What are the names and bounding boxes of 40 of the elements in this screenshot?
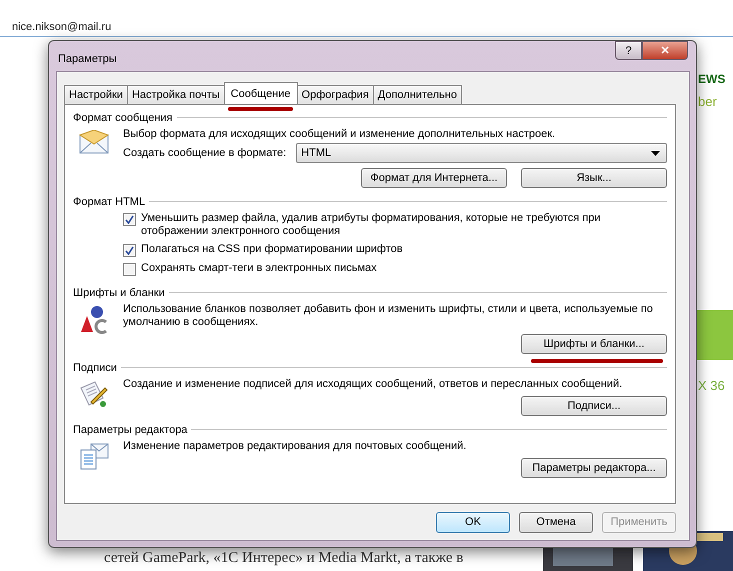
article-text: сетей GamePark, «1С Интерес» и Media Markt, а также в xyxy=(104,550,464,567)
banner-text: X 36 xyxy=(698,378,725,393)
tab[interactable]: Настройки xyxy=(64,85,128,104)
banner-text: EWS xyxy=(698,72,726,86)
action-button[interactable]: Язык... xyxy=(521,168,667,188)
help-button[interactable]: ? xyxy=(615,41,642,60)
tab[interactable]: Сообщение xyxy=(224,82,298,104)
tab[interactable]: Дополнительно xyxy=(372,85,462,104)
section-description: Использование бланков позволяет добавить фон и изменить шрифты, стили и цвета, используемые по умолчанию в сообщениях. xyxy=(123,303,654,329)
action-button[interactable]: Шрифты и бланки... xyxy=(521,334,667,354)
checkbox-label: Уменьшить размер файла, удалив атрибуты форматирования, которые не требуются при отображении электронного сообщения xyxy=(141,212,602,238)
action-button[interactable]: Параметры редактора... xyxy=(521,458,667,478)
dialog-button[interactable]: Отмена xyxy=(519,512,593,532)
signature-icon xyxy=(79,380,109,408)
banner-text: ber xyxy=(698,94,717,109)
checkbox[interactable] xyxy=(123,244,136,257)
section-description: Создание и изменение подписей для исходящих сообщений, ответов и пересланных сообщений. xyxy=(123,378,624,391)
format-label: Создать сообщение в формате: xyxy=(123,147,286,159)
tab[interactable]: Настройка почты xyxy=(126,85,225,104)
action-button[interactable]: Формат для Интернета... xyxy=(361,168,507,188)
envelope-icon xyxy=(79,130,109,154)
checkbox[interactable] xyxy=(123,263,136,276)
section-heading: Шрифты и бланки xyxy=(73,286,165,298)
section-description: Изменение параметров редактирования для почтовых сообщений. xyxy=(123,440,468,453)
section-heading: Формат сообщения xyxy=(73,112,173,124)
section-heading: Параметры редактора xyxy=(73,424,188,436)
document-envelope-icon xyxy=(79,442,109,470)
format-dropdown[interactable]: HTML xyxy=(296,143,667,163)
section-heading: Подписи xyxy=(73,362,117,374)
action-button[interactable]: Подписи... xyxy=(521,396,667,416)
window-title: Параметры xyxy=(58,53,117,65)
section-heading: Формат HTML xyxy=(73,196,146,208)
checkbox-label: Полагаться на CSS при форматировании шрифтов xyxy=(141,243,403,256)
tab[interactable]: Орфография xyxy=(296,85,374,104)
checkbox-label: Сохранять смарт-теги в электронных письмах xyxy=(141,262,377,275)
dialog-button[interactable]: OK xyxy=(436,512,510,532)
section-description: Выбор формата для исходящих сообщений и изменение дополнительных настроек. xyxy=(123,128,556,141)
checkbox[interactable] xyxy=(123,213,136,226)
email-address: nice.nikson@mail.ru xyxy=(12,21,112,33)
dropdown-arrow-icon xyxy=(651,150,660,156)
